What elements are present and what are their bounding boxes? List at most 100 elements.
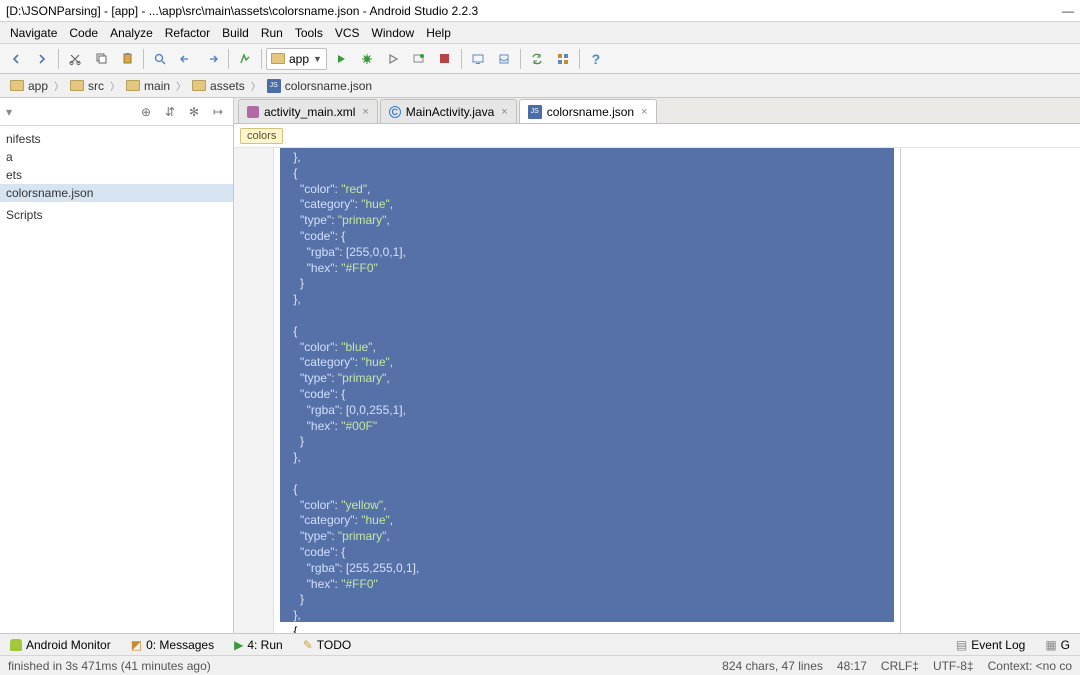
menu-code[interactable]: Code bbox=[63, 24, 104, 42]
undo-button[interactable] bbox=[174, 47, 198, 71]
redo-button[interactable] bbox=[200, 47, 224, 71]
tab-label: MainActivity.java bbox=[406, 105, 494, 119]
code-editor[interactable]: }, { "color": "red", "category": "hue", … bbox=[234, 148, 1080, 633]
menu-navigate[interactable]: Navigate bbox=[4, 24, 63, 42]
locate-icon[interactable]: ⊕ bbox=[137, 103, 155, 121]
menu-vcs[interactable]: VCS bbox=[329, 24, 366, 42]
editor-tab[interactable]: activity_main.xml × bbox=[238, 99, 378, 123]
stop-button[interactable] bbox=[433, 47, 457, 71]
main-toolbar: app ▼ ? bbox=[0, 44, 1080, 74]
forward-button[interactable] bbox=[30, 47, 54, 71]
status-message: finished in 3s 471ms (41 minutes ago) bbox=[8, 659, 211, 673]
menu-run[interactable]: Run bbox=[255, 24, 289, 42]
xml-icon bbox=[247, 106, 259, 118]
status-caret-pos[interactable]: 48:17 bbox=[837, 659, 867, 673]
profile-button[interactable] bbox=[381, 47, 405, 71]
chevron-right-icon: 〉 bbox=[110, 78, 120, 93]
bc-src[interactable]: src bbox=[64, 77, 110, 95]
minimize-button[interactable]: — bbox=[1062, 4, 1074, 18]
make-button[interactable] bbox=[233, 47, 257, 71]
bc-assets[interactable]: assets bbox=[186, 77, 251, 95]
window-title: [D:\JSONParsing] - [app] - ...\app\src\m… bbox=[6, 4, 478, 18]
hide-icon[interactable]: ↦ bbox=[209, 103, 227, 121]
menu-build[interactable]: Build bbox=[216, 24, 255, 42]
collapse-icon[interactable]: ⇵ bbox=[161, 103, 179, 121]
gradle-icon: ▦ bbox=[1045, 638, 1056, 652]
tab-label: colorsname.json bbox=[547, 105, 634, 119]
editor-tab[interactable]: JS colorsname.json × bbox=[519, 99, 657, 123]
menu-tools[interactable]: Tools bbox=[289, 24, 329, 42]
run-config-combo[interactable]: app ▼ bbox=[266, 48, 327, 70]
chevron-down-icon: ▼ bbox=[313, 54, 322, 64]
folder-icon bbox=[192, 80, 206, 91]
tree-item[interactable]: Scripts bbox=[0, 206, 233, 224]
code-surface[interactable]: }, { "color": "red", "category": "hue", … bbox=[274, 148, 1080, 633]
menu-help[interactable]: Help bbox=[420, 24, 457, 42]
status-context[interactable]: Context: <no co bbox=[988, 659, 1072, 673]
tool-window-button[interactable]: ▦G bbox=[1041, 636, 1074, 654]
status-chars: 824 chars, 47 lines bbox=[722, 659, 823, 673]
project-tree[interactable]: nifestsaets colorsname.json Scripts bbox=[0, 126, 233, 633]
paste-button[interactable] bbox=[115, 47, 139, 71]
tool-window-bar: Android Monitor◩0: Messages▶4: Run✎TODO … bbox=[0, 633, 1080, 655]
log-icon: ▤ bbox=[956, 638, 967, 652]
window-titlebar: [D:\JSONParsing] - [app] - ...\app\src\m… bbox=[0, 0, 1080, 22]
tool-window-button[interactable]: ◩0: Messages bbox=[127, 636, 218, 654]
folder-icon bbox=[10, 80, 24, 91]
todo-icon: ✎ bbox=[303, 638, 313, 652]
back-button[interactable] bbox=[4, 47, 28, 71]
folder-icon bbox=[271, 53, 285, 64]
tool-window-button[interactable]: Android Monitor bbox=[6, 636, 115, 654]
main-area: ▾ ⊕ ⇵ ✻ ↦ nifestsaets colorsname.json Scr… bbox=[0, 98, 1080, 633]
menu-analyze[interactable]: Analyze bbox=[104, 24, 159, 42]
find-button[interactable] bbox=[148, 47, 172, 71]
chevron-right-icon: 〉 bbox=[176, 78, 186, 93]
close-icon[interactable]: × bbox=[362, 106, 368, 118]
menu-window[interactable]: Window bbox=[366, 24, 421, 42]
copy-button[interactable] bbox=[89, 47, 113, 71]
sidebar-header: ▾ ⊕ ⇵ ✻ ↦ bbox=[0, 98, 233, 126]
bc-main[interactable]: main bbox=[120, 77, 176, 95]
tree-item[interactable]: nifests bbox=[0, 130, 233, 148]
json-icon: JS bbox=[528, 105, 542, 119]
editor-tab[interactable]: C MainActivity.java × bbox=[380, 99, 517, 123]
java-icon: C bbox=[389, 106, 401, 118]
status-bar: finished in 3s 471ms (41 minutes ago) 82… bbox=[0, 655, 1080, 675]
tool-window-button[interactable]: ▤Event Log bbox=[952, 636, 1029, 654]
run-button[interactable] bbox=[329, 47, 353, 71]
help-button[interactable]: ? bbox=[584, 47, 608, 71]
tree-item[interactable]: colorsname.json bbox=[0, 184, 233, 202]
run-config-label: app bbox=[289, 52, 309, 66]
android-icon bbox=[10, 639, 22, 651]
bc-app[interactable]: app bbox=[4, 77, 54, 95]
cut-button[interactable] bbox=[63, 47, 87, 71]
messages-icon: ◩ bbox=[131, 638, 142, 652]
chevron-down-icon[interactable]: ▾ bbox=[6, 105, 12, 119]
main-menu: Navigate Code Analyze Refactor Build Run… bbox=[0, 22, 1080, 44]
tool-window-button[interactable]: ▶4: Run bbox=[230, 636, 287, 654]
folder-icon bbox=[126, 80, 140, 91]
gear-icon[interactable]: ✻ bbox=[185, 103, 203, 121]
close-icon[interactable]: × bbox=[641, 106, 647, 118]
sync-button[interactable] bbox=[525, 47, 549, 71]
close-icon[interactable]: × bbox=[501, 106, 507, 118]
tree-item[interactable]: ets bbox=[0, 166, 233, 184]
status-line-sep[interactable]: CRLF‡ bbox=[881, 659, 919, 673]
bc-file[interactable]: JScolorsname.json bbox=[261, 77, 378, 95]
tree-item[interactable]: a bbox=[0, 148, 233, 166]
code-crumb[interactable]: colors bbox=[240, 128, 283, 144]
chevron-right-icon: 〉 bbox=[54, 78, 64, 93]
menu-refactor[interactable]: Refactor bbox=[159, 24, 216, 42]
folder-icon bbox=[70, 80, 84, 91]
editor-area: activity_main.xml × C MainActivity.java × JS c… bbox=[234, 98, 1080, 633]
tool-window-button[interactable]: ✎TODO bbox=[299, 636, 356, 654]
attach-button[interactable] bbox=[407, 47, 431, 71]
tab-label: activity_main.xml bbox=[264, 105, 355, 119]
status-encoding[interactable]: UTF-8‡ bbox=[933, 659, 974, 673]
gutter[interactable] bbox=[234, 148, 274, 633]
sdk-button[interactable] bbox=[492, 47, 516, 71]
avd-button[interactable] bbox=[466, 47, 490, 71]
debug-button[interactable] bbox=[355, 47, 379, 71]
project-sidebar: ▾ ⊕ ⇵ ✻ ↦ nifestsaets colorsname.json Scr… bbox=[0, 98, 234, 633]
structure-button[interactable] bbox=[551, 47, 575, 71]
